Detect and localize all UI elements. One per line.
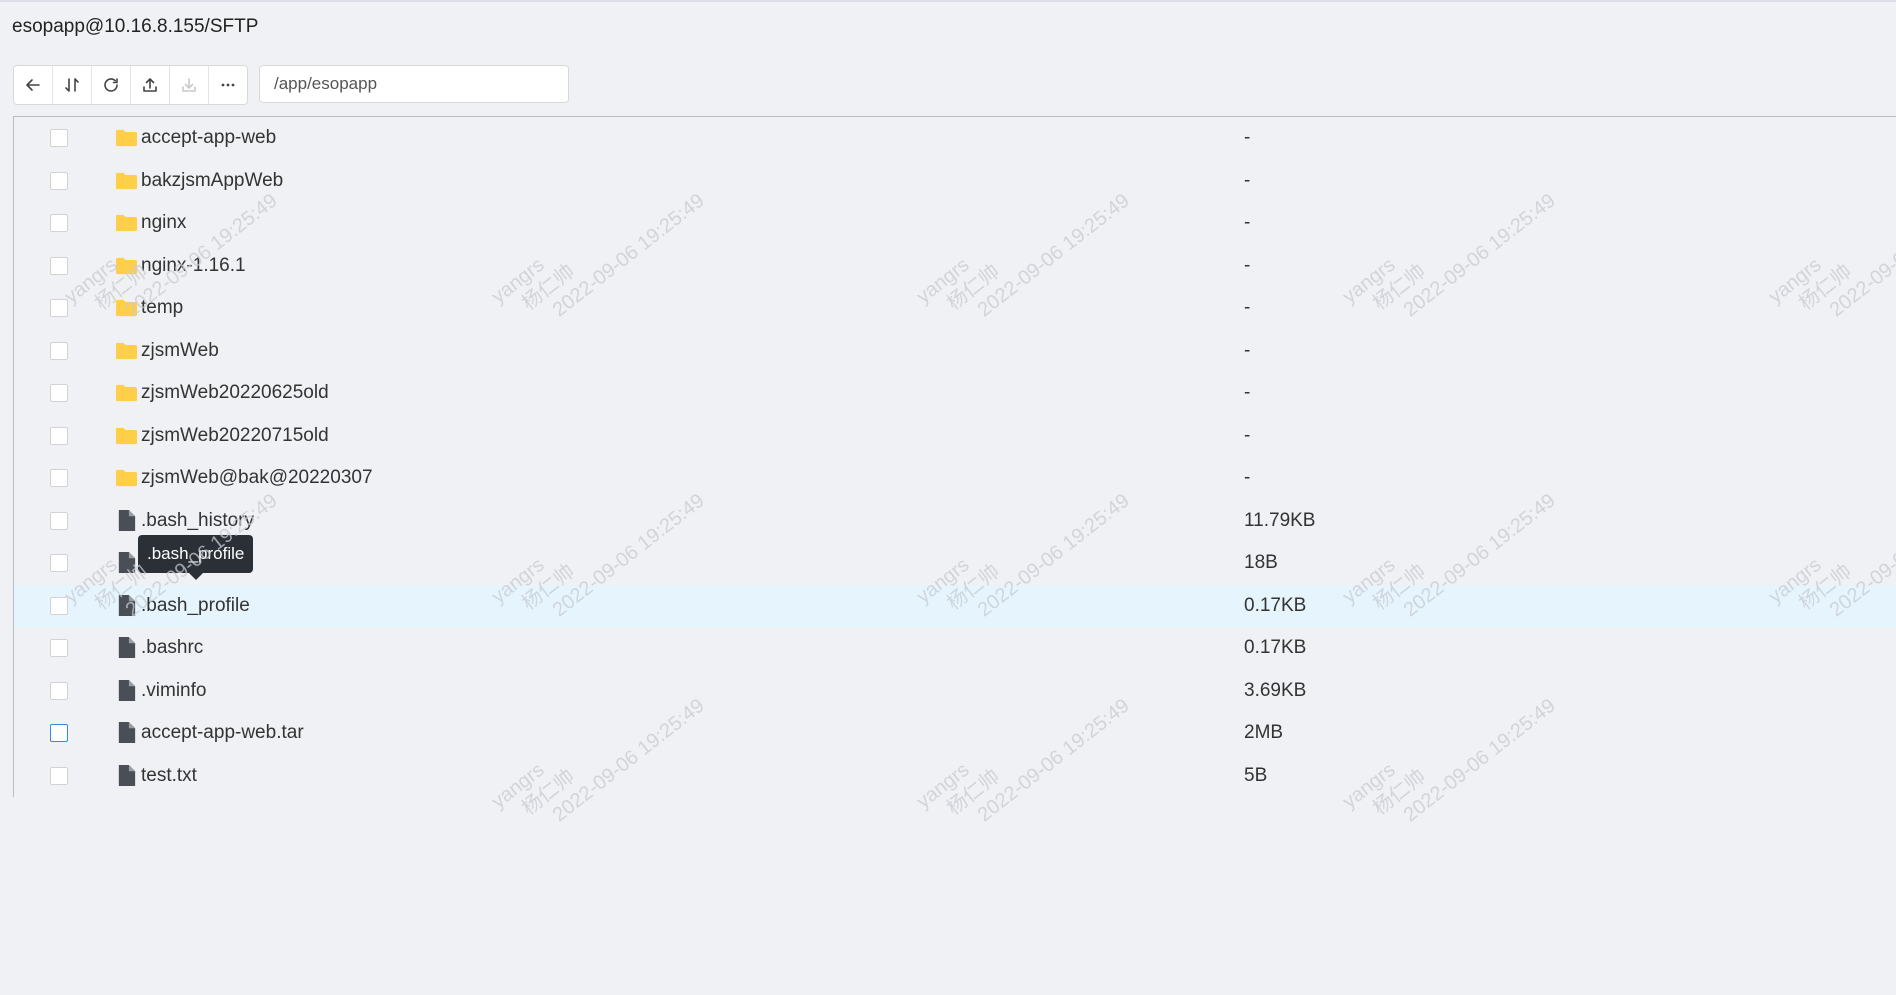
file-icon	[115, 509, 138, 532]
file-size: -	[1244, 169, 1251, 191]
ellipsis-icon	[218, 75, 238, 95]
file-name[interactable]: .bashrc	[141, 637, 203, 659]
file-size: -	[1244, 212, 1251, 233]
file-name[interactable]: zjsmWeb@bak@20220307	[141, 467, 373, 489]
file-name[interactable]: test.txt	[141, 765, 197, 787]
row-checkbox[interactable]	[50, 129, 68, 147]
folder-icon	[115, 381, 138, 404]
tooltip: .bash_profile	[138, 535, 254, 580]
row-checkbox[interactable]	[50, 596, 68, 615]
top-divider	[0, 0, 1896, 2]
file-row[interactable]: .bashrc 0.17KB	[14, 627, 1896, 670]
path-input[interactable]	[259, 65, 569, 103]
file-size: 2MB	[1244, 722, 1284, 743]
file-icon	[115, 594, 138, 617]
row-checkbox[interactable]	[50, 724, 68, 742]
row-checkbox[interactable]	[50, 554, 68, 572]
row-checkbox[interactable]	[50, 469, 68, 487]
row-checkbox[interactable]	[50, 256, 68, 275]
file-size: -	[1244, 339, 1251, 361]
folder-row[interactable]: zjsmWeb@bak@20220307 -	[14, 457, 1896, 500]
file-row[interactable]: .viminfo 3.69KB	[14, 670, 1896, 713]
file-size: 3.69KB	[1244, 679, 1307, 701]
more-button[interactable]	[209, 66, 247, 104]
file-size: -	[1244, 382, 1251, 403]
file-size: -	[1244, 424, 1251, 446]
folder-icon	[115, 211, 138, 234]
file-size: -	[1244, 297, 1251, 318]
file-name[interactable]: nginx	[141, 212, 186, 234]
file-row[interactable]: .bash_history 11.79KB	[14, 500, 1896, 543]
file-name[interactable]: temp	[141, 297, 183, 319]
toolbar	[13, 65, 248, 105]
folder-row[interactable]: zjsmWeb20220625old -	[14, 372, 1896, 415]
row-checkbox[interactable]	[50, 511, 68, 530]
file-name[interactable]: nginx-1.16.1	[141, 255, 246, 277]
file-row[interactable]: accept-app-web.tar 2MB	[14, 712, 1896, 755]
folder-row[interactable]: accept-app-web -	[14, 117, 1896, 160]
refresh-button[interactable]	[92, 66, 131, 104]
folder-icon	[115, 254, 138, 277]
file-name[interactable]: accept-app-web.tar	[141, 722, 304, 744]
file-name[interactable]: zjsmWeb20220625old	[141, 382, 329, 404]
file-icon	[115, 636, 138, 659]
folder-icon	[115, 296, 138, 319]
row-checkbox[interactable]	[50, 426, 68, 445]
file-row[interactable]: .bash_logout18B	[14, 542, 1896, 585]
folder-row[interactable]: nginx-1.16.1 -	[14, 245, 1896, 288]
row-checkbox[interactable]	[50, 171, 68, 190]
row-checkbox[interactable]	[50, 214, 68, 232]
file-size: -	[1244, 467, 1251, 488]
file-icon	[115, 679, 138, 702]
file-icon	[115, 764, 138, 787]
file-size: 18B	[1244, 552, 1278, 573]
file-name[interactable]: zjsmWeb	[141, 340, 219, 362]
file-size: -	[1244, 254, 1251, 276]
folder-icon	[115, 169, 138, 192]
folder-row[interactable]: nginx -	[14, 202, 1896, 245]
watermark: yangrs杨仁帅2022-09-06 19:25:49	[912, 695, 1332, 995]
sort-icon	[62, 75, 82, 95]
download-button[interactable]	[170, 66, 209, 104]
file-size: 0.17KB	[1244, 594, 1307, 616]
file-name[interactable]: bakzjsmAppWeb	[141, 170, 283, 192]
download-icon	[179, 75, 199, 95]
file-name[interactable]: zjsmWeb20220715old	[141, 425, 329, 447]
watermark: yangrs杨仁帅2022-09-06 19:25:49	[1338, 695, 1758, 995]
file-size: 0.17KB	[1244, 637, 1307, 658]
file-name[interactable]: accept-app-web	[141, 127, 276, 149]
file-icon	[115, 721, 138, 744]
watermark: yangrs杨仁帅2022-09-06 19:25:49	[487, 695, 907, 995]
row-checkbox[interactable]	[50, 639, 68, 657]
folder-icon	[115, 466, 138, 489]
row-checkbox[interactable]	[50, 766, 68, 785]
file-icon	[115, 551, 138, 574]
window-title: esopapp@10.16.8.155/SFTP	[12, 16, 259, 37]
file-size: 5B	[1244, 764, 1268, 786]
folder-icon	[115, 339, 138, 362]
folder-row[interactable]: bakzjsmAppWeb -	[14, 160, 1896, 203]
file-name[interactable]: .bash_history	[141, 510, 254, 532]
folder-row[interactable]: zjsmWeb -	[14, 330, 1896, 373]
upload-icon	[140, 75, 160, 95]
file-list[interactable]: accept-app-web - bakzjsmAppWeb - nginx - nginx…	[13, 116, 1896, 797]
file-name[interactable]: .bash_profile	[141, 595, 250, 617]
file-row[interactable]: .bash_profile 0.17KB	[14, 584, 1896, 627]
arrow-left-icon	[23, 75, 43, 95]
refresh-icon	[101, 75, 121, 95]
row-checkbox[interactable]	[50, 341, 68, 360]
back-button[interactable]	[14, 66, 53, 104]
upload-button[interactable]	[131, 66, 170, 104]
row-checkbox[interactable]	[50, 681, 68, 700]
folder-row[interactable]: temp -	[14, 287, 1896, 330]
folder-row[interactable]: zjsmWeb20220715old -	[14, 415, 1896, 458]
folder-icon	[115, 424, 138, 447]
file-size: -	[1244, 127, 1251, 148]
folder-icon	[115, 126, 138, 149]
row-checkbox[interactable]	[50, 299, 68, 317]
sort-button[interactable]	[53, 66, 92, 104]
file-name[interactable]: .viminfo	[141, 680, 206, 702]
row-checkbox[interactable]	[50, 384, 68, 402]
file-size: 11.79KB	[1244, 509, 1316, 531]
